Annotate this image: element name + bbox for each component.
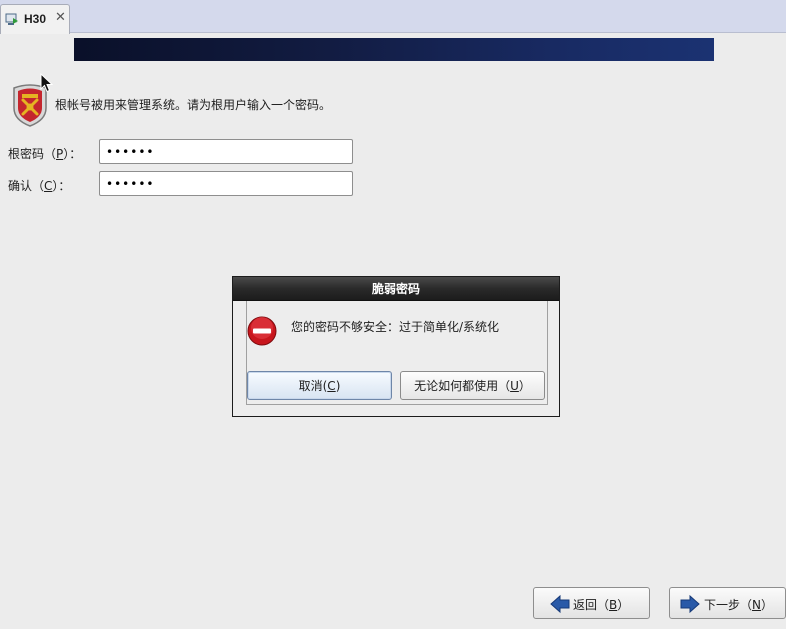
cancel-button[interactable]: 取消(C) xyxy=(247,371,392,400)
root-password-input[interactable] xyxy=(99,139,353,164)
tab-h30[interactable]: H30 ✕ xyxy=(0,4,70,34)
confirm-password-input[interactable] xyxy=(99,171,353,196)
root-password-label: 根密码（P）： xyxy=(8,147,82,161)
dialog-titlebar[interactable]: 脆弱密码 xyxy=(233,277,559,301)
next-button[interactable]: 下一步（N） xyxy=(669,587,786,619)
installer-banner xyxy=(74,38,714,61)
use-anyway-button[interactable]: 无论如何都使用（U） xyxy=(400,371,545,400)
mouse-cursor-icon xyxy=(40,73,54,93)
close-icon[interactable]: ✕ xyxy=(55,10,66,25)
back-button-label: 返回（B） xyxy=(573,598,630,612)
weak-password-dialog: 脆弱密码 您的密码不够安全：过于简单化/系统化 取消(C) 无论如何都使用（U） xyxy=(232,276,560,417)
confirm-password-label: 确认（C）： xyxy=(8,179,71,193)
vm-icon xyxy=(5,13,18,25)
back-button[interactable]: 返回（B） xyxy=(533,587,650,619)
arrow-right-icon xyxy=(680,594,700,614)
intro-text: 根帐号被用来管理系统。请为根用户输入一个密码。 xyxy=(55,98,332,112)
next-button-label: 下一步（N） xyxy=(704,598,774,612)
dialog-message: 您的密码不够安全：过于简单化/系统化 xyxy=(291,320,500,334)
tab-title: H30 xyxy=(24,12,47,26)
dialog-title: 脆弱密码 xyxy=(371,282,420,296)
use-anyway-button-label: 无论如何都使用（U） xyxy=(414,379,531,393)
arrow-left-icon xyxy=(550,594,570,614)
cancel-button-label: 取消(C) xyxy=(298,379,341,393)
tab-bar: H30 ✕ xyxy=(0,0,786,34)
error-icon xyxy=(247,316,277,346)
